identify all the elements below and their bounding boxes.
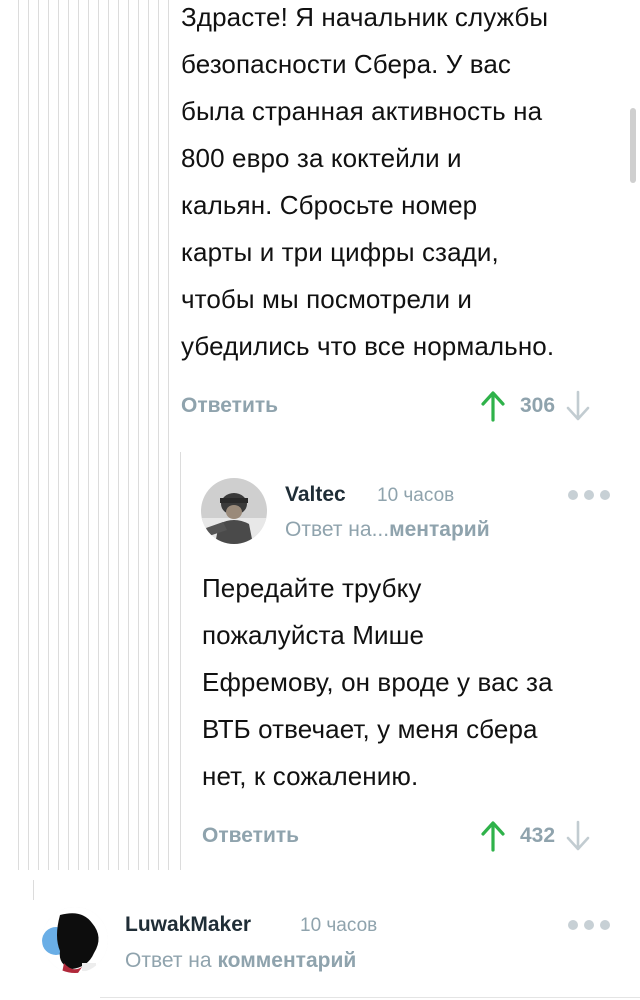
author-name[interactable]: LuwakMaker — [125, 913, 251, 937]
divider — [100, 997, 640, 998]
author-name[interactable]: Valtec — [285, 483, 346, 507]
comment-line: нет, к сожалению. — [202, 761, 419, 791]
reply-to: Ответ на...ментарий — [285, 518, 490, 542]
thread-line — [158, 0, 159, 870]
rating-control: 306 — [480, 390, 591, 422]
more-dots-icon[interactable] — [568, 490, 610, 500]
comment-line: убедились что все нормально. — [181, 331, 555, 361]
comment-body: Здрасте! Я начальник службы безопасности… — [181, 0, 554, 370]
arrow-down-icon[interactable] — [565, 390, 591, 422]
rating-control: 432 — [480, 820, 591, 852]
reply-to-link[interactable]: ментарий — [389, 518, 490, 541]
arrow-down-icon[interactable] — [565, 820, 591, 852]
thread-line — [98, 0, 99, 870]
comment-line: ВТБ отвечает, у меня сбера — [202, 714, 538, 744]
comment-line: чтобы мы посмотрели и — [181, 284, 473, 314]
more-dots-icon[interactable] — [568, 920, 610, 930]
comment-line: кальян. Сбросьте номер — [181, 190, 478, 220]
thread-line — [18, 0, 19, 870]
thread-line — [108, 0, 109, 870]
rating-count: 432 — [520, 824, 556, 847]
scrollbar[interactable] — [630, 108, 636, 183]
thread-line — [128, 0, 129, 870]
thread-line — [58, 0, 59, 870]
thread-line — [138, 0, 139, 870]
comment-line: пожалуйста Мише — [202, 620, 425, 650]
comment-line: Передайте трубку — [202, 573, 422, 603]
comment-line: Здрасте! Я начальник службы — [181, 2, 549, 32]
comment-line: Ефремову, он вроде у вас за — [202, 667, 553, 697]
arrow-up-icon[interactable] — [480, 820, 506, 852]
arrow-up-icon[interactable] — [480, 390, 506, 422]
thread-line — [33, 880, 34, 900]
thread-line — [180, 452, 181, 870]
thread-line — [28, 0, 29, 870]
thread-line — [48, 0, 49, 870]
comment-line: 800 евро за коктейли и — [181, 143, 462, 173]
comment-line: безопасности Сбера. У вас — [181, 49, 512, 79]
reply-to-link[interactable]: комментарий — [217, 949, 356, 972]
comment-line: карты и три цифры сзади, — [181, 237, 499, 267]
avatar[interactable] — [42, 907, 108, 973]
thread-line — [78, 0, 79, 870]
reply-button[interactable]: Ответить — [181, 394, 278, 418]
thread-line — [88, 0, 89, 870]
reply-to-prefix: Ответ на — [125, 949, 212, 972]
timestamp: 10 часов — [377, 485, 455, 506]
thread-line — [148, 0, 149, 870]
thread-line — [118, 0, 119, 870]
reply-to: Ответ на комментарий — [125, 949, 356, 973]
reply-button[interactable]: Ответить — [202, 824, 299, 848]
comment-body: Передайте трубку пожалуйста Мише Ефремов… — [202, 565, 553, 800]
timestamp: 10 часов — [300, 915, 378, 936]
rating-count: 306 — [520, 394, 556, 417]
thread-line — [168, 0, 169, 870]
avatar[interactable] — [201, 478, 267, 544]
comment-line: была странная активность на — [181, 96, 543, 126]
thread-line — [68, 0, 69, 870]
reply-to-prefix: Ответ на... — [285, 518, 390, 541]
thread-line — [38, 0, 39, 870]
